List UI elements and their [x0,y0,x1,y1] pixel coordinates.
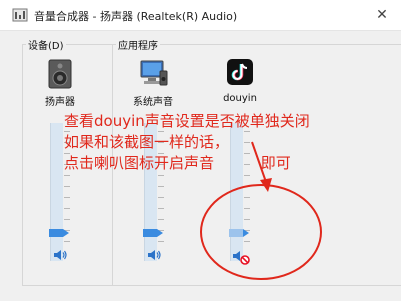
volume-tick [64,219,70,220]
volume-mixer-window: 音量合成器 - 扬声器 (Realtek(R) Audio) ✕ 设备(D) 应… [0,0,401,301]
speaker-device-icon [48,59,72,89]
system-sounds-volume-slider-thumb[interactable] [143,229,163,238]
volume-tick [158,186,164,187]
speaker-volume-slider-track[interactable] [50,123,63,261]
system-sounds-mute-button-icon[interactable] [147,248,161,262]
douyin-name: douyin [223,93,257,104]
annotation-text: 查看douyin声音设置是否被单独关闭 如果和该截图一样的话， 点击喇叭图标开启… [64,111,364,174]
app-group-label: 应用程序 [116,37,160,52]
title-bar: 音量合成器 - 扬声器 (Realtek(R) Audio) ✕ [0,0,401,31]
close-button[interactable]: ✕ [363,0,401,30]
annotation-highlight-ellipse [200,184,322,280]
system-sounds-name: 系统声音 [133,97,173,108]
system-sounds-icon [140,60,168,86]
speaker-volume-slider-thumb[interactable] [49,229,69,238]
volume-tick [64,208,70,209]
volume-tick [64,197,70,198]
close-icon: ✕ [376,7,388,23]
volume-tick [64,175,70,176]
window-title: 音量合成器 - 扬声器 (Realtek(R) Audio) [34,10,238,23]
device-group-label: 设备(D) [26,37,66,52]
annotation-line-3: 点击喇叭图标开启声音 [64,154,215,172]
volume-tick [158,241,164,242]
douyin-logo-icon [227,59,253,85]
speaker-mute-button-icon[interactable] [53,248,67,262]
annotation-line-3-wrap: 点击喇叭图标开启声音 即可 [64,153,364,174]
annotation-line-2: 如果和该截图一样的话， [64,133,230,151]
volume-tick [158,175,164,176]
volume-tick [64,186,70,187]
volume-tick [64,241,70,242]
annotation-line-1: 查看douyin声音设置是否被单独关闭 [64,112,310,130]
volume-tick [158,208,164,209]
volume-mixer-app-icon [12,8,28,22]
volume-tick [158,219,164,220]
speaker-device-name: 扬声器 [45,97,75,108]
volume-tick [158,197,164,198]
